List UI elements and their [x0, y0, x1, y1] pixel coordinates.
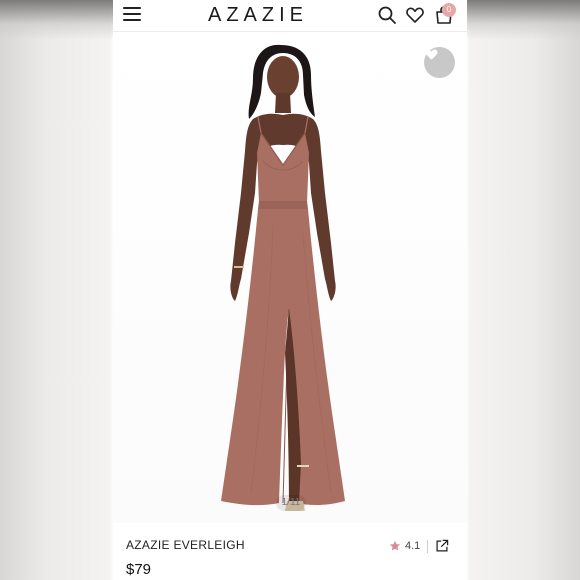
divider	[427, 539, 429, 553]
star-icon	[389, 540, 401, 551]
share-icon[interactable]	[435, 539, 449, 553]
product-price: $79	[126, 561, 152, 578]
search-icon[interactable]	[377, 5, 397, 25]
rating-value[interactable]: 4.1	[405, 540, 420, 552]
product-image[interactable]: 1/11	[113, 33, 467, 523]
heart-icon[interactable]	[405, 5, 425, 25]
product-name: AZAZIE EVERLEIGH	[126, 538, 245, 552]
bag-count-badge: 0	[442, 3, 456, 17]
menu-icon[interactable]	[123, 7, 141, 23]
rating-row: 4.1	[389, 538, 449, 554]
model-photo	[221, 44, 345, 511]
bag-icon[interactable]: 0	[434, 3, 456, 25]
top-header: AZAZIE 0	[113, 0, 467, 32]
mobile-screen: AZAZIE 0 1/11 AZAZIE EVERLEIGH $79 4.1	[113, 0, 467, 580]
image-counter: 1/11	[276, 495, 306, 511]
wishlist-heart-icon[interactable]	[424, 47, 455, 78]
brand-logo[interactable]: AZAZIE	[189, 4, 327, 27]
